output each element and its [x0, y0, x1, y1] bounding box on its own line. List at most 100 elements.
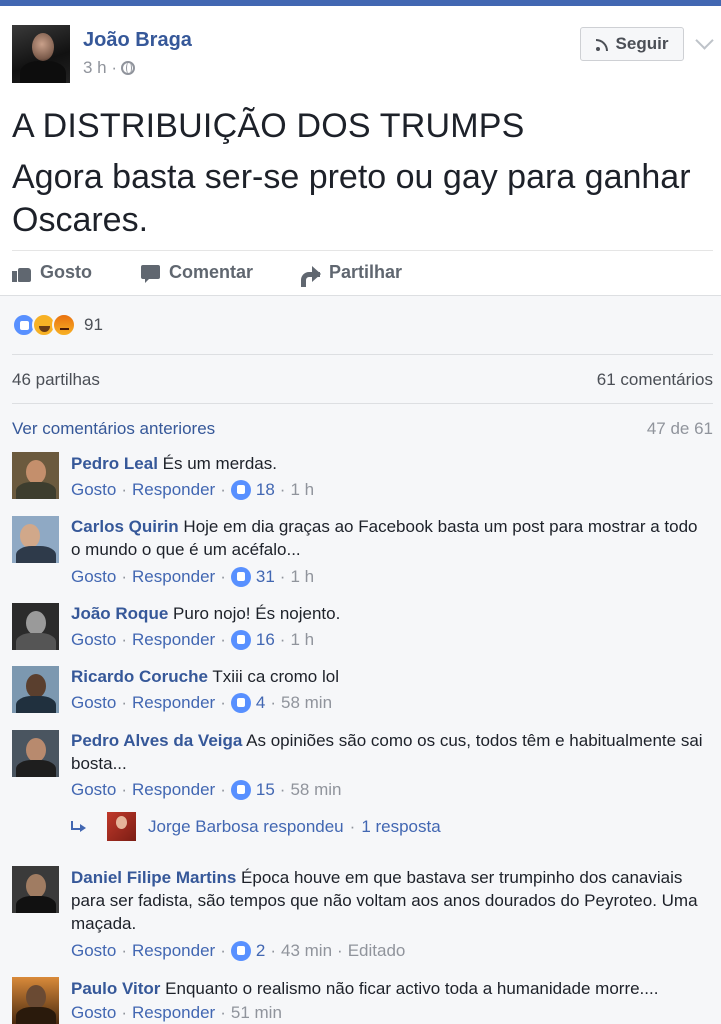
comment-meta: Gosto · Responder · 31 · 1 h [71, 567, 315, 587]
comment-body: Enquanto o realismo não ficar activo tod… [165, 979, 659, 998]
follow-button[interactable]: Seguir [580, 27, 684, 61]
comment-reply-link[interactable]: Responder [132, 480, 215, 500]
comment-reply-link[interactable]: Responder [132, 567, 215, 587]
comment-body: Txiii ca cromo lol [212, 667, 339, 686]
avatar[interactable] [12, 977, 59, 1024]
rss-icon [595, 37, 610, 51]
like-icon [230, 693, 251, 713]
comment-text: João Roque Puro nojo! És nojento. [71, 602, 711, 625]
comment-like-count[interactable]: 4 [256, 693, 265, 713]
comment-time[interactable]: 1 h [290, 567, 314, 587]
like-button[interactable]: Gosto [12, 262, 92, 283]
post-card: João Braga 3 h · Seguir A DISTRIBUIÇÃO D… [0, 6, 721, 296]
comment-reply-link[interactable]: Responder [132, 693, 215, 713]
comment-reply-link[interactable]: Responder [132, 630, 215, 650]
angry-icon [52, 313, 76, 337]
comment-meta: Gosto · Responder · 18 · 1 h [71, 480, 315, 500]
commenter-name[interactable]: Paulo Vitor [71, 979, 160, 998]
post-headline: A DISTRIBUIÇÃO DOS TRUMPS [12, 107, 525, 145]
comment-time[interactable]: 51 min [231, 1003, 282, 1023]
thumbs-up-icon [12, 264, 32, 282]
divider [12, 250, 713, 251]
comment-time[interactable]: 58 min [290, 780, 341, 800]
avatar [107, 812, 136, 841]
comment-meta: Gosto · Responder · 4 · 58 min [71, 693, 333, 713]
like-icon [230, 941, 251, 961]
comment-like-count[interactable]: 16 [256, 630, 275, 650]
comment-time[interactable]: 58 min [281, 693, 332, 713]
comment-reply-link[interactable]: Responder [132, 780, 215, 800]
comment-meta: Gosto · Responder · 51 min [71, 1003, 282, 1023]
post-meta: 3 h · [83, 58, 136, 78]
shares-count[interactable]: 46 partilhas [12, 370, 100, 390]
commenter-name[interactable]: Pedro Alves da Veiga [71, 731, 242, 750]
commenter-name[interactable]: Pedro Leal [71, 454, 158, 473]
globe-icon [121, 61, 136, 75]
reply-arrow-icon [71, 820, 87, 833]
comment-like-link[interactable]: Gosto [71, 480, 116, 500]
comment-meta: Gosto · Responder · 2 · 43 min · Editado [71, 941, 406, 961]
post-body: Agora basta ser-se preto ou gay para gan… [12, 158, 691, 239]
avatar[interactable] [12, 603, 59, 650]
comment-like-link[interactable]: Gosto [71, 941, 116, 961]
comment-text: Pedro Leal És um merdas. [71, 452, 711, 475]
comment-like-link[interactable]: Gosto [71, 567, 116, 587]
share-label: Partilhar [329, 262, 403, 282]
comment-time[interactable]: 1 h [290, 630, 314, 650]
comment-time[interactable]: 43 min [281, 941, 332, 961]
comment-meta: Gosto · Responder · 15 · 58 min [71, 780, 342, 800]
avatar[interactable] [12, 666, 59, 713]
comment-like-count[interactable]: 31 [256, 567, 275, 587]
avatar[interactable] [12, 866, 59, 913]
divider [12, 403, 713, 404]
replies-link[interactable]: Jorge Barbosa respondeu · 1 resposta [71, 812, 441, 841]
commenter-name[interactable]: Ricardo Coruche [71, 667, 208, 686]
reactions-summary[interactable]: 91 [12, 313, 103, 337]
comment-text: Pedro Alves da Veiga As opiniões são com… [71, 729, 711, 775]
like-icon [230, 780, 251, 800]
commenter-name[interactable]: Daniel Filipe Martins [71, 868, 236, 887]
comment-label: Comentar [169, 262, 254, 282]
comment-text: Paulo Vitor Enquanto o realismo não fica… [71, 977, 711, 1000]
comment-reply-link[interactable]: Responder [132, 941, 215, 961]
comment-like-count[interactable]: 15 [256, 780, 275, 800]
comment-time[interactable]: 1 h [290, 480, 314, 500]
share-icon [301, 264, 321, 287]
reply-author-text: Jorge Barbosa respondeu [148, 816, 344, 836]
avatar[interactable] [12, 516, 59, 563]
like-icon [230, 630, 251, 650]
commenter-name[interactable]: João Roque [71, 604, 168, 623]
reaction-count: 91 [84, 315, 103, 334]
comment-like-count[interactable]: 18 [256, 480, 275, 500]
like-icon [230, 480, 251, 500]
share-button[interactable]: Partilhar [301, 262, 403, 287]
post-time[interactable]: 3 h · [83, 58, 117, 78]
comment-body: Puro nojo! És nojento. [173, 604, 341, 623]
chevron-down-icon[interactable] [695, 31, 714, 50]
avatar[interactable] [12, 452, 59, 499]
comment-like-link[interactable]: Gosto [71, 1003, 116, 1023]
avatar[interactable] [12, 730, 59, 777]
edited-label[interactable]: Editado [348, 941, 406, 961]
comment-meta: Gosto · Responder · 16 · 1 h [71, 630, 315, 650]
comment-like-link[interactable]: Gosto [71, 780, 116, 800]
comment-text: Daniel Filipe Martins Época houve em que… [71, 866, 711, 935]
comments-pager: 47 de 61 [646, 419, 713, 438]
follow-label: Seguir [615, 34, 669, 53]
comment-body: És um merdas. [162, 454, 277, 473]
view-previous-comments-link[interactable]: Ver comentários anteriores [12, 419, 215, 439]
comment-like-count[interactable]: 2 [256, 941, 265, 961]
like-icon [230, 567, 251, 587]
comment-button[interactable]: Comentar [141, 262, 253, 283]
commenter-name[interactable]: Carlos Quirin [71, 517, 179, 536]
comment-like-link[interactable]: Gosto [71, 630, 116, 650]
comment-like-link[interactable]: Gosto [71, 693, 116, 713]
comment-text: Ricardo Coruche Txiii ca cromo lol [71, 665, 711, 688]
divider [12, 354, 713, 355]
reply-count: 1 resposta [361, 816, 441, 836]
author-avatar[interactable] [12, 25, 70, 83]
like-label: Gosto [40, 262, 92, 282]
comments-count[interactable]: 61 comentários [597, 370, 713, 390]
author-name[interactable]: João Braga [83, 29, 192, 52]
comment-reply-link[interactable]: Responder [132, 1003, 215, 1023]
